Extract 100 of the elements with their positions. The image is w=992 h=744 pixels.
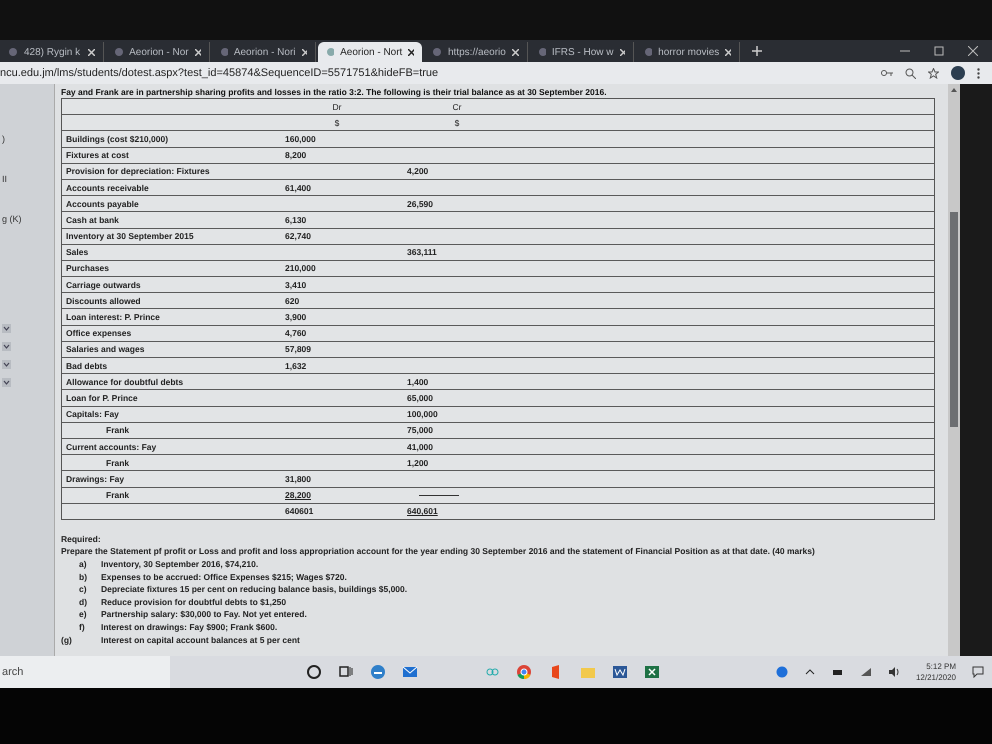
zoom-icon[interactable] xyxy=(905,68,916,78)
adjustment-text: Interest on capital account balances at 5 per cent xyxy=(101,634,300,645)
instruction-text: Prepare the Statement pf profit or Loss and profit and loss appropriation account for the year ending 30 September 2016 and the statement of Financial Position as at that date. (40 marks) xyxy=(61,546,816,556)
volume-icon[interactable] xyxy=(888,666,900,678)
wifi-icon[interactable] xyxy=(860,666,872,678)
total-amount: 640601 xyxy=(285,506,314,516)
tab-title: Aeorion - Nort xyxy=(340,46,402,58)
adjustment-text: Interest on drawings: Fay $900; Frank $600. xyxy=(101,622,278,632)
amount-cell: 1,400 xyxy=(407,376,428,387)
amount-cell: 620 xyxy=(285,296,300,306)
amount-cell: 41,000 xyxy=(407,442,433,452)
account-name: Cash at bank xyxy=(65,214,120,225)
adjustment-text: Depreciate fixtures 15 per cent on reducing balance basis, buildings $5,000. xyxy=(101,584,408,594)
amount-cell: 28,200 xyxy=(285,490,311,500)
currency-header: $ xyxy=(454,118,460,128)
account-name: Current accounts: Fay xyxy=(65,442,158,452)
total-amount: 640,601 xyxy=(407,506,438,516)
chevron-down-icon[interactable] xyxy=(2,360,11,369)
adjustment-text: Partnership salary: $30,000 to Fay. Not yet entered. xyxy=(101,609,307,620)
tab-title: Aeorion - Nori xyxy=(234,46,296,58)
scroll-up-icon[interactable] xyxy=(951,88,957,92)
question-intro: Fay and Frank are in partnership sharing profits and losses in the ratio 3:2. The following is their trial balance as at 30 September 2016. xyxy=(61,86,608,98)
close-icon[interactable] xyxy=(408,48,414,56)
chevron-down-icon[interactable] xyxy=(2,378,11,387)
account-name: Sales xyxy=(65,247,90,258)
account-name: Drawings: Fay xyxy=(65,474,126,484)
account-name: Discounts allowed xyxy=(65,296,142,306)
account-name: Capitals: Fay xyxy=(65,409,120,420)
amount-cell: 3,410 xyxy=(285,280,306,290)
amount-cell: 65,000 xyxy=(407,392,433,403)
word-icon[interactable] xyxy=(612,664,628,680)
maximize-icon[interactable] xyxy=(934,46,944,56)
amount-cell: 31,800 xyxy=(285,474,311,484)
list-marker: d) xyxy=(78,596,88,607)
amount-cell: 3,900 xyxy=(285,312,306,322)
excel-icon[interactable] xyxy=(644,664,660,680)
account-name: Bad debts xyxy=(65,360,108,371)
account-name: Salaries and wages xyxy=(65,344,146,354)
cortana-circle-icon[interactable] xyxy=(306,664,322,680)
amount-cell: 6,130 xyxy=(285,214,306,225)
tab-title: horror movies xyxy=(658,46,720,58)
account-name: Allowance for doubtful debts xyxy=(65,376,184,387)
sidebar-label: g (K) xyxy=(1,214,23,224)
account-name: Fixtures at cost xyxy=(65,150,130,160)
tab-title: https://aeorio xyxy=(448,46,506,58)
adjustment-text: Inventory, 30 September 2016, $74,210. xyxy=(101,559,258,570)
tab-title: 428) Rygin k xyxy=(24,46,80,58)
key-icon[interactable] xyxy=(881,68,893,78)
chevron-down-icon[interactable] xyxy=(2,324,11,333)
close-icon[interactable] xyxy=(968,46,978,56)
scrollbar-thumb[interactable] xyxy=(950,212,958,427)
list-marker: a) xyxy=(78,559,88,570)
list-marker: c) xyxy=(78,584,88,594)
profile-avatar-icon[interactable] xyxy=(951,66,965,80)
new-tab-icon[interactable] xyxy=(752,46,762,56)
account-name: Carriage outwards xyxy=(65,280,142,290)
amount-cell: 210,000 xyxy=(285,263,316,274)
amount-cell: 4,200 xyxy=(407,166,428,176)
currency-header: $ xyxy=(334,118,340,128)
adjustment-text: Reduce provision for doubtful debts to $1,250 xyxy=(101,596,286,607)
browser-tab[interactable]: Aeorion - Nort xyxy=(318,42,422,62)
account-name: Purchases xyxy=(65,263,110,274)
account-name: Buildings (cost $210,000) xyxy=(65,134,170,144)
amount-cell: 75,000 xyxy=(407,425,433,436)
amount-cell: 62,740 xyxy=(285,231,311,242)
amount-cell: 1,200 xyxy=(407,458,428,468)
account-name: Loan interest: P. Prince xyxy=(65,312,161,322)
account-name: Accounts payable xyxy=(65,198,140,209)
notification-icon[interactable] xyxy=(972,666,984,678)
account-name: Frank xyxy=(105,425,130,436)
account-name: Provision for depreciation: Fixtures xyxy=(65,166,211,176)
amount-cell: 8,200 xyxy=(285,150,306,160)
tab-title: Aeorion - Nor xyxy=(129,46,189,58)
amount-cell: 57,809 xyxy=(285,344,311,354)
star-icon[interactable] xyxy=(928,68,939,78)
required-heading: Required: xyxy=(61,534,102,544)
taskbar-search[interactable]: arch xyxy=(0,656,170,688)
task-view-icon[interactable] xyxy=(338,664,354,680)
account-name: Frank xyxy=(105,490,130,500)
amount-cell: 160,000 xyxy=(285,134,316,144)
amount-cell: 4,760 xyxy=(285,328,306,338)
amount-cell: 100,000 xyxy=(407,409,438,420)
account-name: Accounts receivable xyxy=(65,182,150,193)
chevron-down-icon[interactable] xyxy=(2,342,11,351)
account-name: Inventory at 30 September 2015 xyxy=(65,231,195,242)
list-marker: (g) xyxy=(61,634,73,645)
amount-cell: 26,590 xyxy=(407,198,433,209)
amount-cell: 363,111 xyxy=(407,247,437,258)
list-marker: f) xyxy=(78,622,86,632)
chrome-icon[interactable] xyxy=(516,664,532,680)
menu-icon[interactable] xyxy=(977,68,980,78)
amount-cell: 61,400 xyxy=(285,182,311,193)
account-name: Frank xyxy=(105,458,130,468)
mail-icon[interactable] xyxy=(402,664,418,680)
clock-date[interactable]: 12/21/2020 xyxy=(916,672,956,683)
adjustment-text: Expenses to be accrued: Office Expenses $215; Wages $720. xyxy=(101,572,347,582)
list-marker: e) xyxy=(78,609,88,620)
list-marker: b) xyxy=(78,572,88,582)
clock-time[interactable]: 5:12 PM xyxy=(926,661,956,672)
tab-title: IFRS - How w xyxy=(552,46,614,58)
